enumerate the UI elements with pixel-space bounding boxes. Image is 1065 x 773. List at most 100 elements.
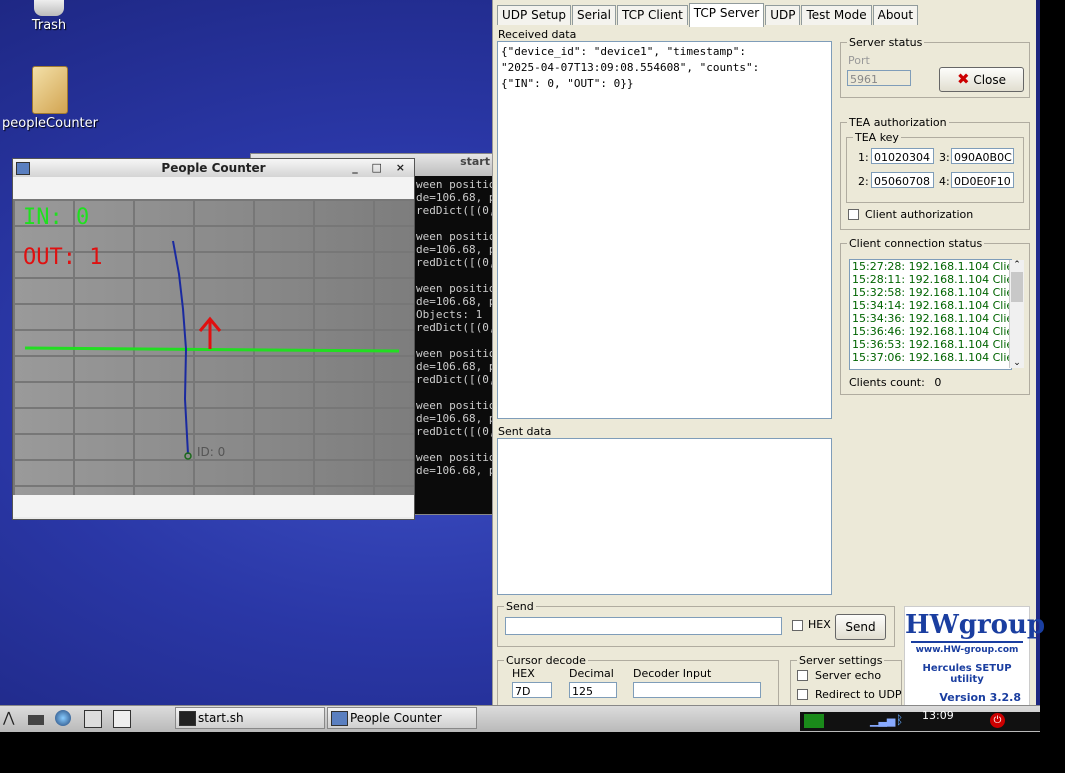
window-title: People Counter [161, 161, 266, 175]
scroll-thumb[interactable] [1011, 272, 1023, 302]
task-people-counter-label: People Counter [350, 711, 442, 725]
tab-about[interactable]: About [872, 5, 919, 25]
window-icon [16, 162, 30, 175]
send-button[interactable]: Send [835, 614, 886, 640]
camera-view: IN: 0 OUT: 1 ID: 0 [13, 199, 414, 495]
bluetooth-icon[interactable]: ᛒ [896, 713, 903, 727]
client-list-item[interactable]: 15:36:46: 192.168.1.104 Client c [852, 325, 1011, 338]
received-data-area[interactable]: {"device_id": "device1", "timestamp": "2… [497, 41, 832, 419]
power-icon[interactable]: ⏻ [990, 713, 1005, 728]
trash-label: Trash [31, 18, 67, 33]
terminal-line: redDict([(0, [416, 425, 496, 438]
tab-tcp-server[interactable]: TCP Server [688, 3, 765, 27]
cursor-decimal-field[interactable]: 125 [569, 682, 617, 698]
redirect-udp-checkbox[interactable] [797, 689, 808, 700]
maximize-icon[interactable]: □ [372, 161, 387, 174]
server-status-legend: Server status [849, 36, 923, 49]
terminal-line: de=106.68, pr [416, 464, 496, 477]
tea-key-2-field[interactable]: 05060708 [871, 172, 934, 188]
clients-count-label: Clients count: 0 [849, 376, 941, 389]
sent-data-label: Sent data [498, 425, 552, 438]
close-icon[interactable]: × [396, 161, 410, 174]
terminal-line: ween position [416, 399, 496, 412]
client-list-item[interactable]: 15:37:06: 192.168.1.104 Client c [852, 351, 1011, 364]
port-label: Port [848, 54, 870, 67]
decoder-input-field[interactable] [633, 682, 761, 698]
task-start-sh[interactable]: start.sh [175, 707, 325, 729]
tab-serial[interactable]: Serial [572, 5, 616, 25]
file-manager-icon[interactable] [84, 710, 102, 728]
server-echo-checkbox[interactable] [797, 670, 808, 681]
client-list-scrollbar[interactable]: ⌃ ⌄ [1009, 260, 1024, 368]
send-legend: Send [506, 600, 534, 613]
client-authorization-checkbox[interactable] [848, 209, 859, 220]
browser-icon[interactable] [55, 710, 71, 726]
cursor-hex-field[interactable]: 7D [512, 682, 552, 698]
port-field[interactable]: 5961 [847, 70, 911, 86]
tab-tcp-client[interactable]: TCP Client [616, 5, 688, 25]
tab-udp-setup[interactable]: UDP Setup [497, 5, 572, 25]
terminal-line: Objects: 1 [416, 308, 483, 321]
people-counter-titlebar[interactable]: People Counter _ □ × [13, 159, 414, 177]
server-echo-label: Server echo [815, 669, 882, 682]
status-area [13, 495, 414, 517]
tea-key-4-label: 4: [939, 175, 950, 188]
tea-key-1-field[interactable]: 01020304 [871, 148, 934, 164]
toolbar-area [13, 177, 414, 199]
client-list-item[interactable]: 15:27:28: 192.168.1.104 Client c [852, 260, 1011, 273]
tea-key-3-label: 3: [939, 151, 950, 164]
terminal-line: redDict([(0, [416, 256, 496, 269]
sent-data-area[interactable] [497, 438, 832, 595]
app-window-icon [331, 711, 348, 726]
clock[interactable]: 13:09 [922, 709, 954, 722]
hwgroup-brand: HWgroup [905, 610, 1046, 640]
peoplecounter-desktop-icon[interactable]: peopleCounter [0, 66, 100, 131]
scroll-up-icon[interactable]: ⌃ [1010, 260, 1024, 270]
terminal-line: ween position [416, 347, 496, 360]
folder-icon [32, 66, 68, 114]
client-list-item[interactable]: 15:36:53: 192.168.1.104 Client c [852, 338, 1011, 351]
client-list-item[interactable]: 15:32:58: 192.168.1.104 Client c [852, 286, 1011, 299]
object-id-label: ID: 0 [197, 445, 226, 459]
start-menu-icon[interactable]: ⋀ [3, 710, 19, 726]
close-server-button[interactable]: ✖ Close [939, 67, 1024, 92]
counting-line [24, 346, 400, 353]
minimize-icon[interactable]: _ [352, 161, 363, 174]
show-desktop-icon[interactable] [28, 715, 44, 725]
tab-udp[interactable]: UDP [765, 5, 801, 25]
terminal-line: redDict([(0, [416, 204, 496, 217]
tab-bar: UDP Setup Serial TCP Client TCP Server U… [497, 3, 919, 27]
hwgroup-logo: HWgroup www.HW-group.com Hercules SETUP … [904, 606, 1046, 708]
terminal-line: redDict([(0, [416, 373, 496, 386]
send-hex-checkbox[interactable] [792, 620, 803, 631]
track-path [172, 240, 189, 455]
system-tray: ▁▃▅ ᛒ 13:09 ⏻ [800, 709, 1040, 731]
client-list-item[interactable]: 15:28:11: 192.168.1.104 Client c [852, 273, 1011, 286]
client-connection-list[interactable]: 15:27:28: 192.168.1.104 Client c15:28:11… [849, 259, 1012, 370]
cursor-decimal-label: Decimal [569, 667, 614, 680]
tea-key-4-field[interactable]: 0D0E0F10 [951, 172, 1014, 188]
trash-desktop-icon[interactable]: Trash [0, 0, 99, 33]
send-input[interactable] [505, 617, 782, 635]
tea-key-group: TEA key [846, 131, 1024, 203]
people-counter-window[interactable]: People Counter _ □ × IN: 0 OUT: 1 ID: 0 [12, 158, 415, 520]
server-settings-legend: Server settings [799, 654, 883, 667]
hercules-window[interactable]: UDP Setup Serial TCP Client TCP Server U… [492, 0, 1046, 712]
task-people-counter[interactable]: People Counter [327, 707, 477, 729]
terminal-line: de=106.68, pr [416, 360, 496, 373]
tea-key-3-field[interactable]: 090A0B0C [951, 148, 1014, 164]
tray-status-icon[interactable] [804, 714, 824, 728]
cursor-hex-label: HEX [512, 667, 535, 680]
client-list-item[interactable]: 15:34:36: 192.168.1.104 Client c [852, 312, 1011, 325]
scroll-down-icon[interactable]: ⌄ [1010, 358, 1024, 368]
window-switcher-icon[interactable] [113, 710, 131, 728]
in-count: IN: 0 [23, 205, 90, 230]
task-start-sh-label: start.sh [198, 711, 244, 725]
client-list-item[interactable]: 15:34:14: 192.168.1.104 Client c [852, 299, 1011, 312]
tab-test-mode[interactable]: Test Mode [801, 5, 872, 25]
network-icon[interactable]: ▁▃▅ [870, 714, 895, 727]
